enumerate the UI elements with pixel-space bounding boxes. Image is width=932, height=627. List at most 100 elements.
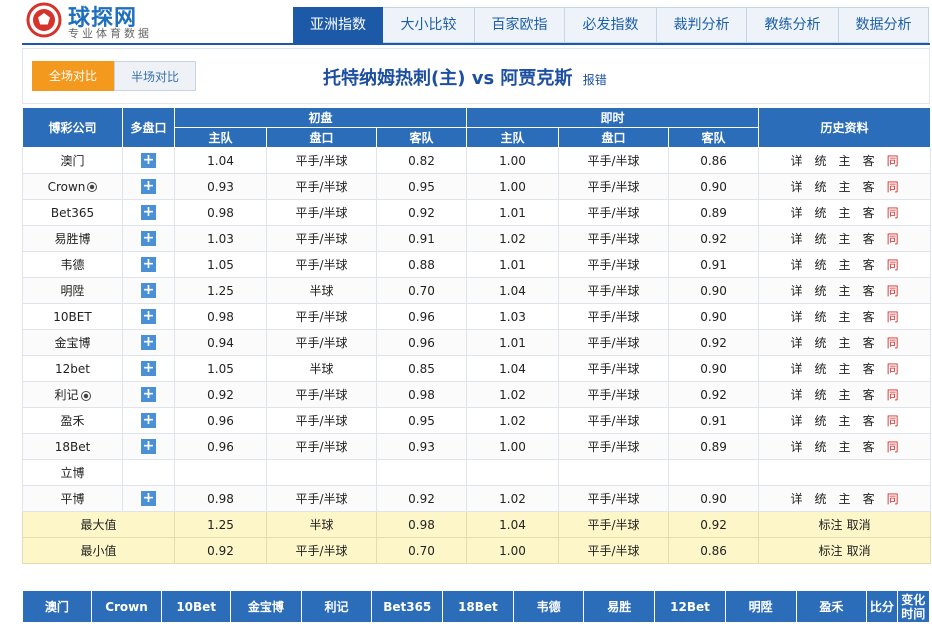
- history-link-4[interactable]: 同: [887, 152, 899, 169]
- history-link-1[interactable]: 统: [815, 282, 827, 299]
- history-link-3[interactable]: 客: [863, 204, 875, 221]
- history-link-2[interactable]: 主: [839, 230, 851, 247]
- expand-plus-icon[interactable]: +: [141, 387, 156, 402]
- history-link-3[interactable]: 客: [863, 152, 875, 169]
- history-link-2[interactable]: 主: [839, 178, 851, 195]
- history-link-1[interactable]: 统: [815, 204, 827, 221]
- history-link-0[interactable]: 详: [791, 334, 803, 351]
- history-link-0[interactable]: 详: [791, 204, 803, 221]
- history-link-0[interactable]: 详: [791, 360, 803, 377]
- history-link-4[interactable]: 同: [887, 256, 899, 273]
- company-name[interactable]: 易胜博: [54, 232, 90, 246]
- company-name[interactable]: 澳门: [60, 154, 84, 168]
- history-link-3[interactable]: 客: [863, 412, 875, 429]
- history-link-0[interactable]: 详: [791, 178, 803, 195]
- history-link-4[interactable]: 同: [887, 178, 899, 195]
- history-link-0[interactable]: 详: [791, 282, 803, 299]
- expand-plus-icon[interactable]: +: [141, 179, 156, 194]
- nav-tab-2[interactable]: 百家欧指: [475, 7, 565, 43]
- company-name[interactable]: 立博: [60, 466, 84, 480]
- mark-link[interactable]: 标注: [819, 518, 843, 532]
- history-link-2[interactable]: 主: [839, 152, 851, 169]
- full-match-compare-button[interactable]: 全场对比: [32, 61, 114, 91]
- history-link-4[interactable]: 同: [887, 334, 899, 351]
- company-name[interactable]: 10BET: [53, 310, 91, 324]
- history-link-3[interactable]: 客: [863, 334, 875, 351]
- expand-plus-icon[interactable]: +: [141, 205, 156, 220]
- history-link-4[interactable]: 同: [887, 412, 899, 429]
- history-link-1[interactable]: 统: [815, 386, 827, 403]
- site-logo[interactable]: 球探网 专业体育数据: [26, 0, 176, 42]
- company-name[interactable]: 盈禾: [60, 414, 84, 428]
- history-link-0[interactable]: 详: [791, 438, 803, 455]
- history-link-2[interactable]: 主: [839, 204, 851, 221]
- history-link-3[interactable]: 客: [863, 256, 875, 273]
- history-link-3[interactable]: 客: [863, 438, 875, 455]
- history-link-1[interactable]: 统: [815, 256, 827, 273]
- company-name[interactable]: 利记: [54, 388, 78, 402]
- history-link-0[interactable]: 详: [791, 256, 803, 273]
- company-name[interactable]: 18Bet: [55, 440, 91, 454]
- nav-tab-6[interactable]: 数据分析: [839, 7, 929, 43]
- history-link-4[interactable]: 同: [887, 438, 899, 455]
- history-link-3[interactable]: 客: [863, 282, 875, 299]
- history-link-0[interactable]: 详: [791, 308, 803, 325]
- mark-link[interactable]: 标注: [819, 544, 843, 558]
- history-link-4[interactable]: 同: [887, 308, 899, 325]
- history-link-2[interactable]: 主: [839, 360, 851, 377]
- history-link-4[interactable]: 同: [887, 282, 899, 299]
- history-link-0[interactable]: 详: [791, 490, 803, 507]
- history-link-3[interactable]: 客: [863, 230, 875, 247]
- history-link-1[interactable]: 统: [815, 360, 827, 377]
- cancel-link[interactable]: 取消: [847, 544, 871, 558]
- history-link-2[interactable]: 主: [839, 334, 851, 351]
- history-link-4[interactable]: 同: [887, 360, 899, 377]
- expand-plus-icon[interactable]: +: [141, 361, 156, 376]
- history-link-3[interactable]: 客: [863, 490, 875, 507]
- history-link-1[interactable]: 统: [815, 412, 827, 429]
- company-name[interactable]: 平博: [60, 492, 84, 506]
- nav-tab-0[interactable]: 亚洲指数: [293, 7, 383, 43]
- history-link-3[interactable]: 客: [863, 386, 875, 403]
- history-link-1[interactable]: 统: [815, 152, 827, 169]
- company-name[interactable]: Bet365: [51, 206, 94, 220]
- history-link-0[interactable]: 详: [791, 412, 803, 429]
- history-link-2[interactable]: 主: [839, 438, 851, 455]
- expand-plus-icon[interactable]: +: [141, 153, 156, 168]
- nav-tab-1[interactable]: 大小比较: [383, 7, 475, 43]
- expand-plus-icon[interactable]: +: [141, 309, 156, 324]
- nav-tab-3[interactable]: 必发指数: [565, 7, 657, 43]
- expand-plus-icon[interactable]: +: [141, 439, 156, 454]
- history-link-2[interactable]: 主: [839, 412, 851, 429]
- history-link-0[interactable]: 详: [791, 386, 803, 403]
- history-link-3[interactable]: 客: [863, 308, 875, 325]
- history-link-4[interactable]: 同: [887, 230, 899, 247]
- expand-plus-icon[interactable]: +: [141, 413, 156, 428]
- history-link-1[interactable]: 统: [815, 230, 827, 247]
- history-link-1[interactable]: 统: [815, 490, 827, 507]
- history-link-2[interactable]: 主: [839, 282, 851, 299]
- report-error-link[interactable]: 报错: [583, 73, 607, 87]
- history-link-3[interactable]: 客: [863, 360, 875, 377]
- company-name[interactable]: 明陞: [60, 284, 84, 298]
- history-link-2[interactable]: 主: [839, 256, 851, 273]
- history-link-4[interactable]: 同: [887, 386, 899, 403]
- nav-tab-5[interactable]: 教练分析: [747, 7, 839, 43]
- half-match-compare-button[interactable]: 半场对比: [114, 61, 196, 91]
- expand-plus-icon[interactable]: +: [141, 283, 156, 298]
- history-link-2[interactable]: 主: [839, 490, 851, 507]
- history-link-2[interactable]: 主: [839, 308, 851, 325]
- expand-plus-icon[interactable]: +: [141, 491, 156, 506]
- history-link-2[interactable]: 主: [839, 386, 851, 403]
- company-name[interactable]: 金宝博: [54, 336, 90, 350]
- cancel-link[interactable]: 取消: [847, 518, 871, 532]
- history-link-1[interactable]: 统: [815, 334, 827, 351]
- history-link-1[interactable]: 统: [815, 438, 827, 455]
- expand-plus-icon[interactable]: +: [141, 335, 156, 350]
- history-link-0[interactable]: 详: [791, 230, 803, 247]
- company-name[interactable]: Crown: [48, 180, 86, 194]
- history-link-1[interactable]: 统: [815, 178, 827, 195]
- expand-plus-icon[interactable]: +: [141, 231, 156, 246]
- history-link-0[interactable]: 详: [791, 152, 803, 169]
- expand-plus-icon[interactable]: +: [141, 257, 156, 272]
